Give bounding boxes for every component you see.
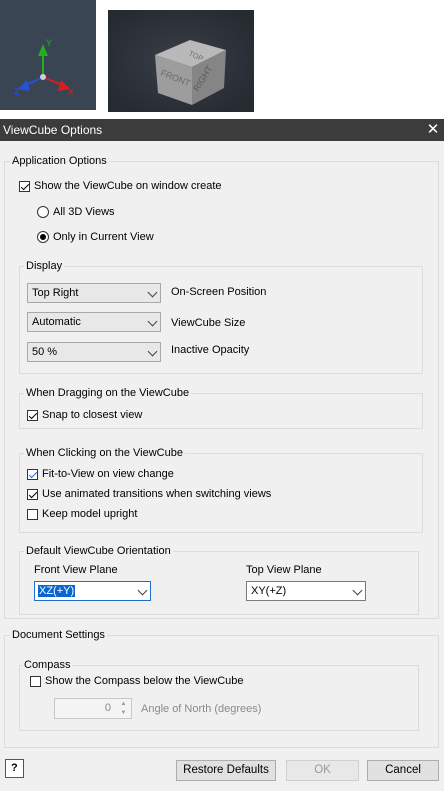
axis-triad-icon: Y X Z <box>14 38 74 97</box>
checkbox-icon <box>27 488 38 500</box>
chevron-down-icon <box>137 585 148 596</box>
spinner-up-icon[interactable]: ▲ <box>118 700 129 708</box>
cancel-button[interactable]: Cancel <box>367 760 439 781</box>
radio-icon <box>37 231 49 243</box>
top-view-plane-label: Top View Plane <box>246 564 322 576</box>
viewcube-thumbnail: TOP FRONT RIGHT <box>108 10 254 112</box>
front-view-plane-select[interactable]: XZ(+Y) <box>34 581 151 601</box>
checkbox-icon <box>30 675 41 687</box>
size-select[interactable]: Automatic <box>27 312 161 332</box>
size-label: ViewCube Size <box>171 317 246 329</box>
orientation-legend: Default ViewCube Orientation <box>24 545 173 557</box>
keep-upright-label: Keep model upright <box>42 508 138 520</box>
top-view-plane-select[interactable]: XY(+Z) <box>246 581 366 601</box>
dragging-legend: When Dragging on the ViewCube <box>24 387 192 399</box>
snap-label: Snap to closest view <box>42 409 143 421</box>
fit-to-view-label: Fit-to-View on view change <box>42 468 174 480</box>
axis-triad-thumbnail: Y X Z <box>0 0 96 110</box>
chevron-down-icon <box>352 585 363 596</box>
checkbox-icon <box>27 409 38 421</box>
help-button[interactable]: ? <box>5 759 24 778</box>
checkbox-icon <box>19 180 30 192</box>
top-view-plane-value: XY(+Z) <box>251 585 287 597</box>
angle-of-north-label: Angle of North (degrees) <box>141 703 262 715</box>
help-icon: ? <box>11 762 18 774</box>
only-current-view-label: Only in Current View <box>53 231 154 243</box>
fit-to-view-checkbox[interactable]: Fit-to-View on view change <box>27 468 174 480</box>
viewcube-options-dialog: ViewCube Options ✕ Application Options S… <box>0 119 444 791</box>
snap-checkbox[interactable]: Snap to closest view <box>27 409 142 421</box>
opacity-value: 50 % <box>32 346 58 358</box>
animated-transitions-label: Use animated transitions when switching … <box>42 488 272 500</box>
chevron-down-icon <box>147 316 158 327</box>
front-view-plane-label: Front View Plane <box>34 564 118 576</box>
chevron-down-icon <box>147 346 158 357</box>
compass-legend: Compass <box>22 659 73 671</box>
display-legend: Display <box>24 260 65 272</box>
opacity-label: Inactive Opacity <box>171 344 250 356</box>
application-options-legend: Application Options <box>10 155 109 167</box>
spinner-down-icon[interactable]: ▼ <box>118 709 129 717</box>
show-viewcube-checkbox[interactable]: Show the ViewCube on window create <box>19 180 222 192</box>
svg-text:Z: Z <box>14 87 20 97</box>
chevron-down-icon <box>147 287 158 298</box>
angle-of-north-spinner[interactable]: 0 ▲ ▼ <box>54 698 132 719</box>
clicking-legend: When Clicking on the ViewCube <box>24 447 185 459</box>
document-settings-legend: Document Settings <box>10 629 107 641</box>
all-3d-views-radio[interactable]: All 3D Views <box>37 206 115 218</box>
animated-transitions-checkbox[interactable]: Use animated transitions when switching … <box>27 488 271 500</box>
svg-text:X: X <box>68 87 74 97</box>
ok-button[interactable]: OK <box>286 760 359 781</box>
position-value: Top Right <box>32 287 79 299</box>
all-3d-views-label: All 3D Views <box>53 206 115 218</box>
viewcube-preview-icon: TOP FRONT RIGHT <box>108 10 254 112</box>
position-label: On-Screen Position <box>171 286 267 298</box>
show-compass-checkbox[interactable]: Show the Compass below the ViewCube <box>30 675 244 687</box>
keep-upright-checkbox[interactable]: Keep model upright <box>27 508 137 520</box>
position-select[interactable]: Top Right <box>27 283 161 303</box>
dialog-titlebar: ViewCube Options ✕ <box>0 119 444 141</box>
close-icon[interactable]: ✕ <box>422 119 444 141</box>
checkbox-icon <box>27 468 38 480</box>
angle-of-north-value: 0 <box>104 702 111 714</box>
dialog-title: ViewCube Options <box>3 123 103 137</box>
svg-text:Y: Y <box>46 38 52 48</box>
checkbox-icon <box>27 508 38 520</box>
size-value: Automatic <box>32 316 81 328</box>
opacity-select[interactable]: 50 % <box>27 342 161 362</box>
only-current-view-radio[interactable]: Only in Current View <box>37 231 154 243</box>
front-view-plane-value: XZ(+Y) <box>38 585 76 597</box>
show-viewcube-label: Show the ViewCube on window create <box>34 180 222 192</box>
restore-defaults-button[interactable]: Restore Defaults <box>176 760 276 781</box>
radio-icon <box>37 206 49 218</box>
show-compass-label: Show the Compass below the ViewCube <box>45 675 244 687</box>
